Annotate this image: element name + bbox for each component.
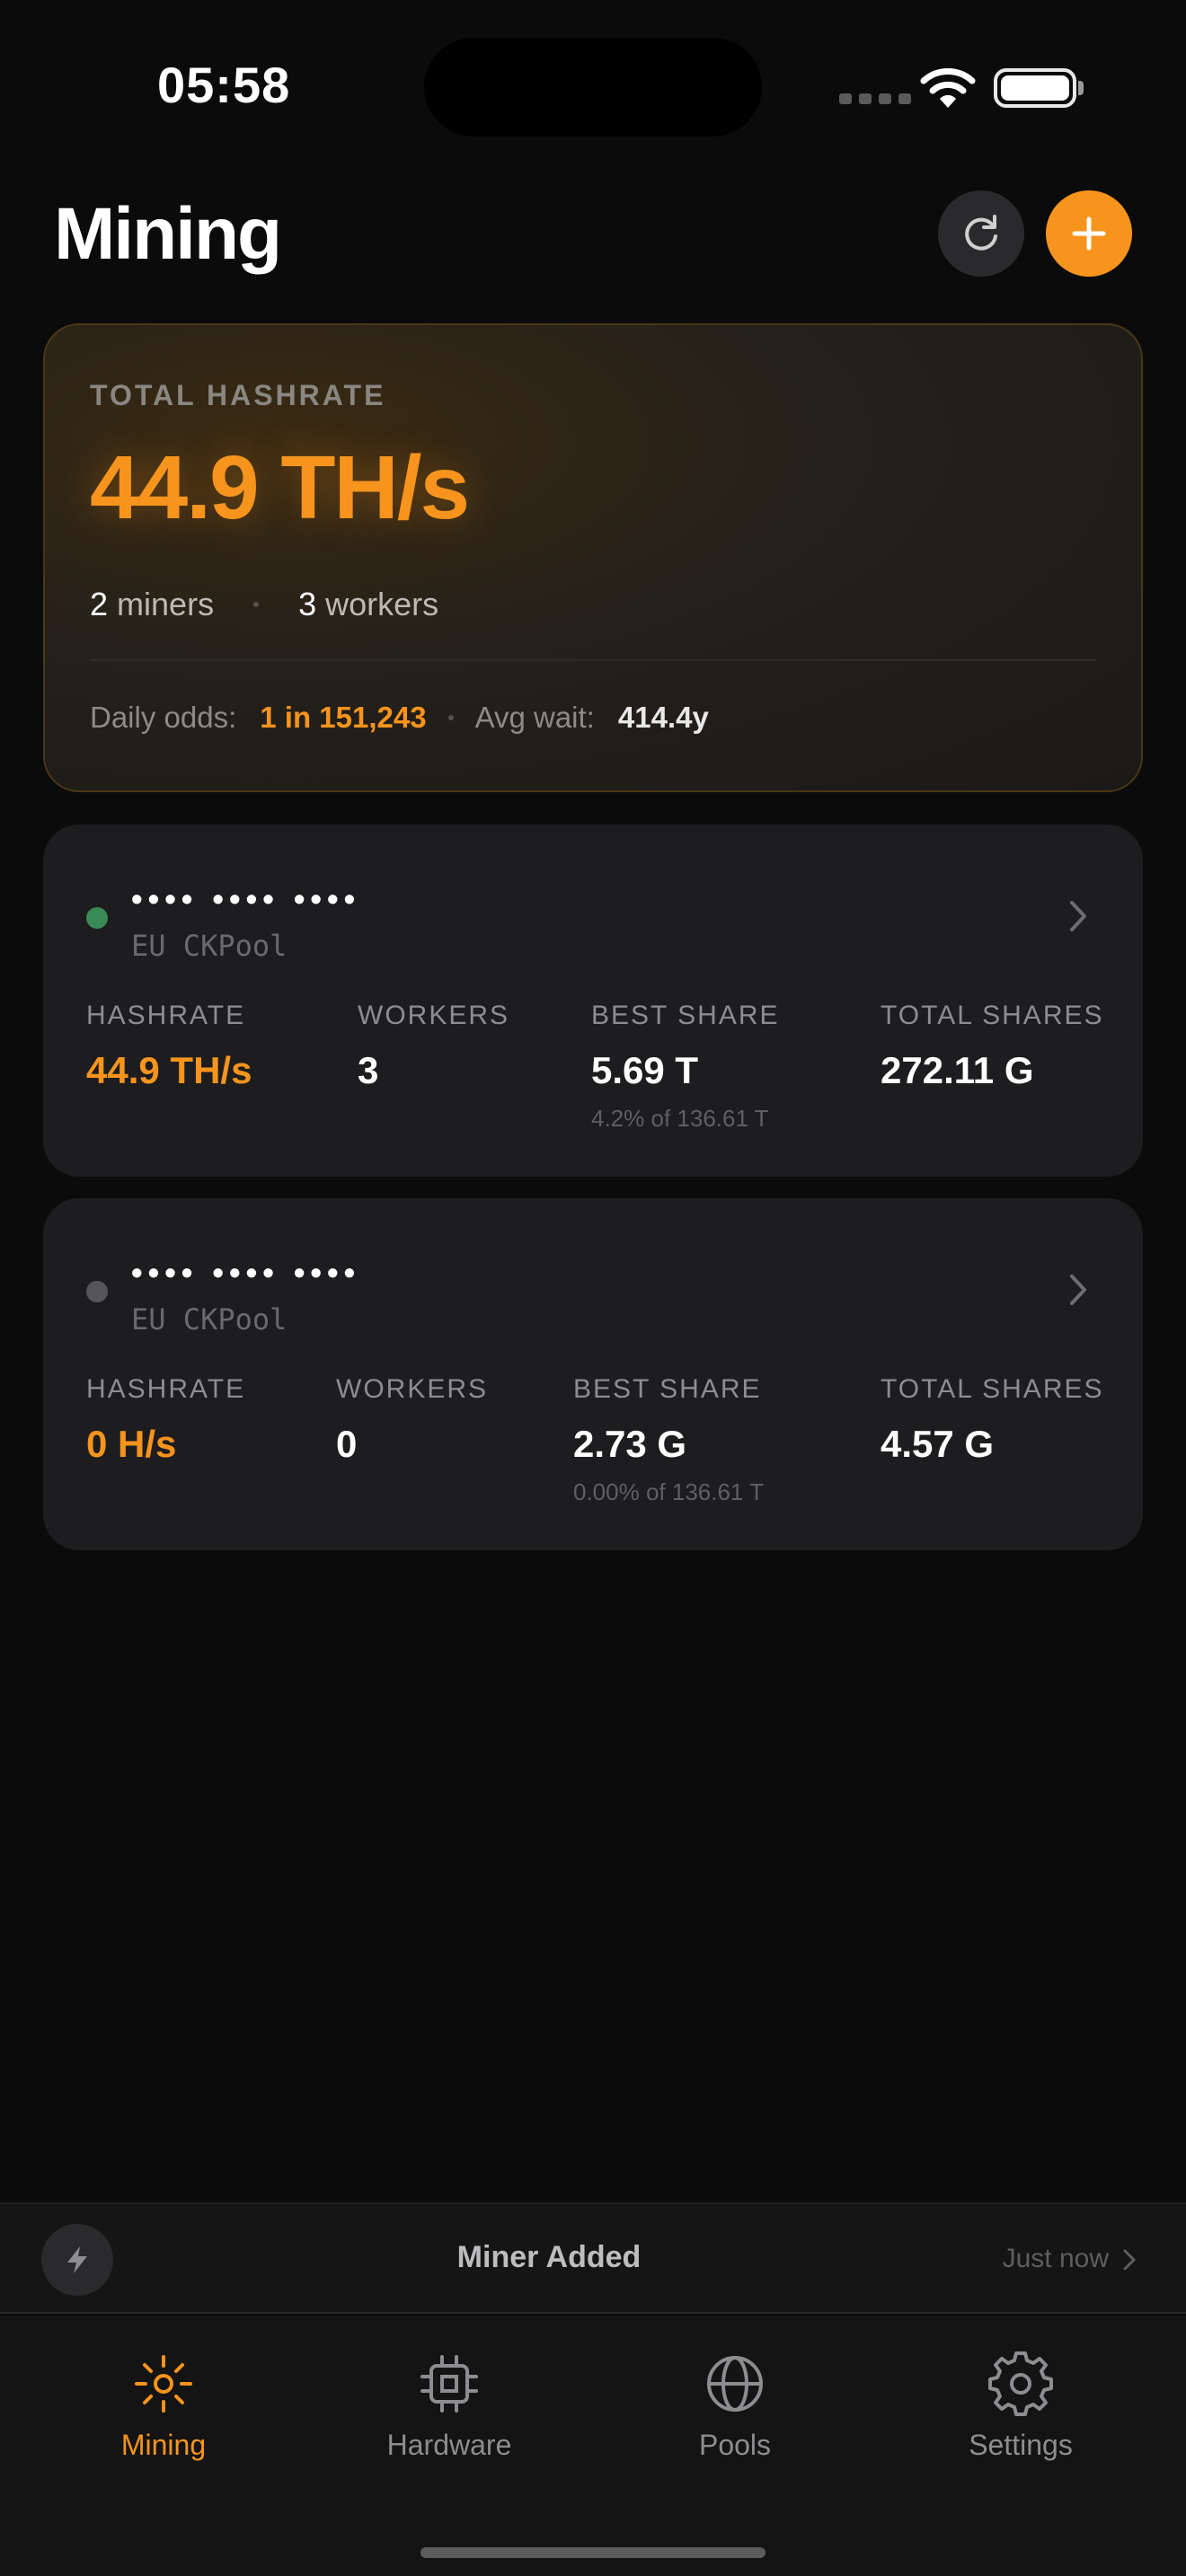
summary-counts: 2 miners 3 workers bbox=[90, 586, 438, 623]
page-title: Mining bbox=[54, 193, 282, 275]
toast-time: Just now bbox=[1002, 2244, 1109, 2273]
stat-label: TOTAL SHARES bbox=[881, 1374, 1104, 1404]
tab-label: Mining bbox=[120, 2429, 207, 2461]
miner-name: •••• •••• •••• bbox=[131, 1254, 361, 1291]
stat-label: TOTAL SHARES bbox=[881, 1001, 1104, 1030]
stat-total-shares: TOTAL SHARES 272.11 G bbox=[881, 1001, 1104, 1092]
gear-icon bbox=[988, 2351, 1053, 2416]
total-hashrate-card: TOTAL HASHRATE 44.9 TH/s 2 miners 3 work… bbox=[43, 323, 1143, 792]
stat-label: BEST SHARE bbox=[573, 1374, 762, 1404]
stat-workers: WORKERS 0 bbox=[336, 1374, 488, 1466]
stat-value: 272.11 G bbox=[881, 1049, 1034, 1091]
miner-pool: EU CKPool bbox=[131, 1302, 288, 1337]
sun-icon bbox=[135, 2355, 192, 2413]
plus-icon bbox=[1072, 216, 1106, 251]
globe-icon bbox=[707, 2356, 763, 2412]
mining-screen: 05:58 Mining TOTAL HASHRATE 44.9 TH/s 2 … bbox=[0, 0, 1186, 2576]
wifi-icon bbox=[920, 68, 976, 108]
battery-tip bbox=[1078, 81, 1084, 95]
stat-value: 2.73 G bbox=[573, 1423, 687, 1465]
chip-icon bbox=[420, 2355, 478, 2413]
miner-card[interactable]: •••• •••• •••• EU CKPool HASHRATE 44.9 T… bbox=[43, 825, 1143, 1177]
dynamic-island bbox=[424, 38, 762, 137]
workers-count: 3 bbox=[298, 586, 317, 622]
miner-status-dot bbox=[86, 1281, 108, 1302]
miner-pool: EU CKPool bbox=[131, 929, 288, 963]
miner-name: •••• •••• •••• bbox=[131, 880, 361, 917]
battery-icon bbox=[994, 68, 1076, 108]
miner-status-dot bbox=[86, 907, 108, 929]
stat-label: HASHRATE bbox=[86, 1001, 246, 1030]
chevron-right-icon bbox=[1123, 2249, 1136, 2271]
tab-pools[interactable]: Pools bbox=[618, 2351, 852, 2462]
stat-sub: 4.2% of 136.61 T bbox=[591, 1105, 769, 1132]
total-hashrate-value: 44.9 TH/s bbox=[90, 437, 470, 538]
tab-bar: Mining Hardware Pools Settings bbox=[0, 2316, 1186, 2576]
stat-best-share: BEST SHARE 5.69 T 4.2% of 136.61 T bbox=[591, 1001, 780, 1133]
tab-settings[interactable]: Settings bbox=[904, 2351, 1137, 2462]
stat-label: HASHRATE bbox=[86, 1374, 246, 1404]
miners-count: 2 bbox=[90, 586, 109, 622]
summary-odds: Daily odds: 1 in 151,243 Avg wait: 414.4… bbox=[90, 701, 709, 735]
wait-label: Avg wait: bbox=[474, 701, 595, 734]
tab-hardware[interactable]: Hardware bbox=[332, 2351, 566, 2462]
chevron-right-icon bbox=[1070, 1275, 1086, 1305]
miners-label: miners bbox=[117, 586, 215, 622]
workers-label: workers bbox=[325, 586, 439, 622]
stat-value: 0 bbox=[336, 1423, 358, 1465]
stat-label: BEST SHARE bbox=[591, 1001, 780, 1030]
stat-value: 5.69 T bbox=[591, 1049, 699, 1091]
refresh-button[interactable] bbox=[938, 190, 1024, 277]
cellular-signal-icon bbox=[839, 93, 911, 104]
chevron-right-icon bbox=[1070, 901, 1086, 931]
status-time: 05:58 bbox=[157, 57, 291, 113]
separator-dot bbox=[447, 715, 454, 720]
tab-mining[interactable]: Mining bbox=[47, 2351, 280, 2462]
odds-value: 1 in 151,243 bbox=[260, 701, 427, 734]
stat-label: WORKERS bbox=[336, 1374, 489, 1404]
stat-sub: 0.00% of 136.61 T bbox=[573, 1478, 765, 1505]
add-miner-button[interactable] bbox=[1046, 190, 1132, 277]
stat-workers: WORKERS 3 bbox=[358, 1001, 509, 1092]
stat-value: 4.57 G bbox=[881, 1423, 995, 1465]
tab-label: Hardware bbox=[386, 2429, 512, 2461]
home-indicator[interactable] bbox=[420, 2547, 766, 2558]
separator-dot bbox=[253, 602, 260, 607]
stat-best-share: BEST SHARE 2.73 G 0.00% of 136.61 T bbox=[573, 1374, 764, 1506]
stat-label: WORKERS bbox=[358, 1001, 510, 1030]
stat-value: 3 bbox=[358, 1049, 379, 1091]
stat-hashrate: HASHRATE 44.9 TH/s bbox=[86, 1001, 252, 1092]
stat-total-shares: TOTAL SHARES 4.57 G bbox=[881, 1374, 1104, 1466]
summary-divider bbox=[90, 659, 1096, 661]
miner-card[interactable]: •••• •••• •••• EU CKPool HASHRATE 0 H/s … bbox=[43, 1198, 1143, 1550]
stat-value: 44.9 TH/s bbox=[86, 1049, 252, 1091]
refresh-icon bbox=[965, 215, 997, 251]
toast-title: Miner Added bbox=[456, 2240, 642, 2274]
wait-value: 414.4y bbox=[617, 701, 709, 734]
summary-label: TOTAL HASHRATE bbox=[90, 379, 386, 411]
stat-hashrate: HASHRATE 0 H/s bbox=[86, 1374, 245, 1466]
odds-label: Daily odds: bbox=[90, 701, 237, 734]
tab-label: Settings bbox=[969, 2429, 1073, 2461]
stat-value: 0 H/s bbox=[86, 1423, 177, 1465]
miner-added-toast[interactable]: Miner Added Just now bbox=[0, 2202, 1186, 2314]
tab-label: Pools bbox=[698, 2429, 772, 2461]
